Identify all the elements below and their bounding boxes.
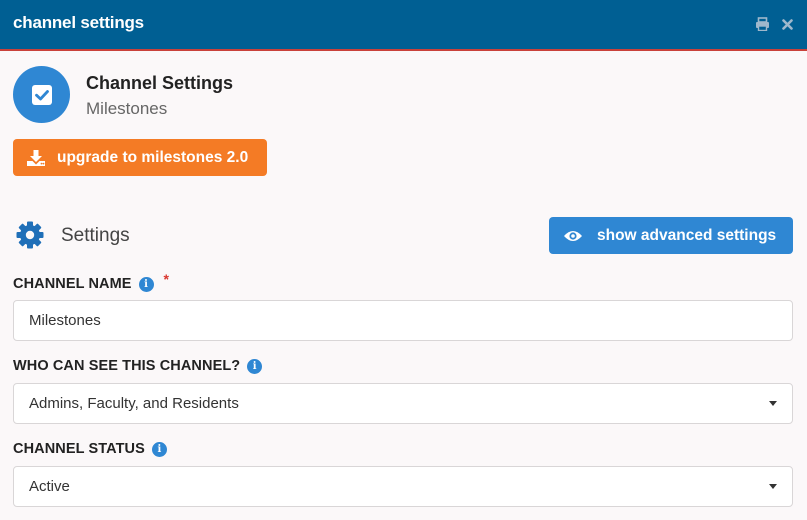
page-subtitle: Milestones xyxy=(86,99,168,118)
visibility-selected-value: Admins, Faculty, and Residents xyxy=(29,395,239,412)
info-icon[interactable]: i xyxy=(138,276,154,292)
channel-name-value: Milestones xyxy=(29,312,101,329)
dialog-titlebar: channel settings xyxy=(0,0,807,51)
channel-name-input[interactable]: Milestones xyxy=(13,300,793,341)
channel-name-label-text: CHANNEL NAME xyxy=(13,276,132,292)
status-selected-value: Active xyxy=(29,478,70,495)
page-title: Channel Settings xyxy=(86,73,234,93)
download-icon xyxy=(26,149,46,167)
chevron-down-icon xyxy=(769,484,777,489)
visibility-label-text: WHO CAN SEE THIS CHANNEL? xyxy=(13,358,241,374)
show-advanced-settings-label: show advanced settings xyxy=(597,226,777,244)
info-icon[interactable]: i xyxy=(247,358,263,374)
dialog-title: channel settings xyxy=(13,13,144,32)
required-marker: * xyxy=(163,271,170,287)
info-icon[interactable]: i xyxy=(151,441,167,457)
close-icon[interactable] xyxy=(778,15,796,33)
visibility-label: WHO CAN SEE THIS CHANNEL? i xyxy=(13,358,263,374)
status-label: CHANNEL STATUS i xyxy=(13,441,167,457)
visibility-select[interactable]: Admins, Faculty, and Residents xyxy=(13,383,793,424)
eye-icon xyxy=(563,229,583,243)
channel-name-label: CHANNEL NAME i * xyxy=(13,271,169,292)
settings-heading: Settings xyxy=(61,225,130,246)
status-select[interactable]: Active xyxy=(13,466,793,507)
checkbox-icon xyxy=(31,84,53,106)
upgrade-button[interactable]: upgrade to milestones 2.0 xyxy=(13,139,267,176)
gear-icon xyxy=(15,220,45,250)
channel-avatar xyxy=(13,66,70,123)
status-label-text: CHANNEL STATUS xyxy=(13,441,145,457)
chevron-down-icon xyxy=(769,401,777,406)
print-icon[interactable] xyxy=(753,15,771,33)
upgrade-button-label: upgrade to milestones 2.0 xyxy=(57,148,249,166)
show-advanced-settings-button[interactable]: show advanced settings xyxy=(549,217,793,254)
